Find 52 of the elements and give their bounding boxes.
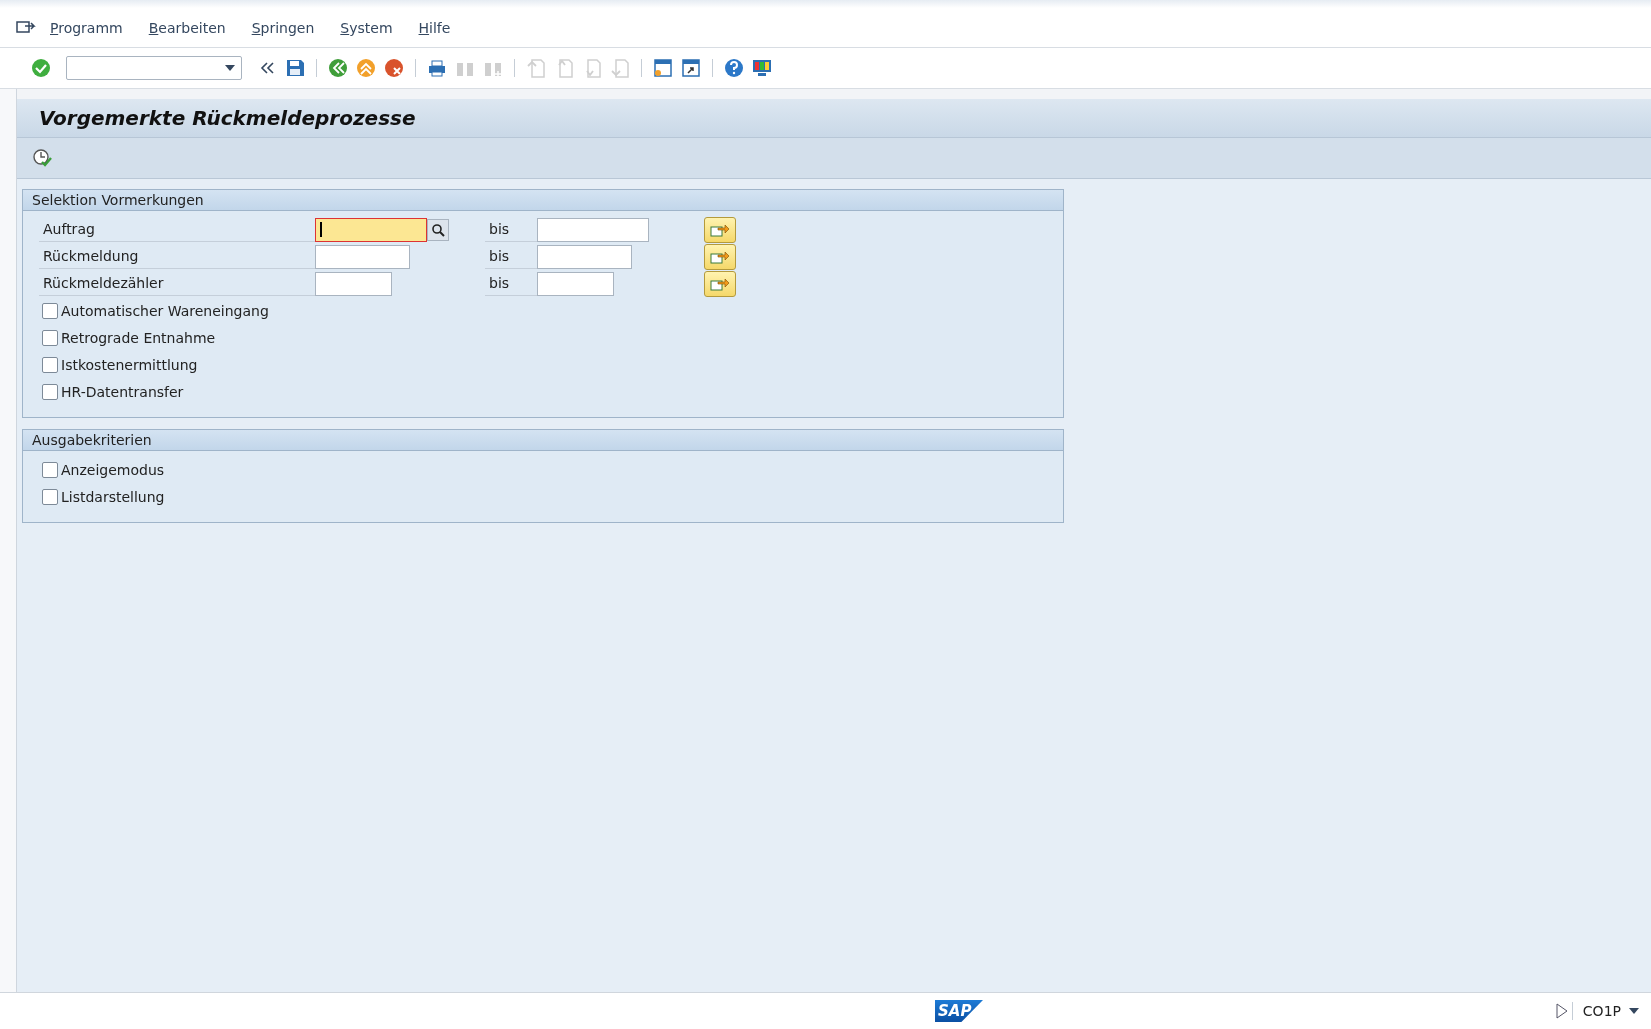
cancel-icon[interactable] [383, 57, 405, 79]
multiple-selection-button[interactable] [704, 243, 736, 270]
checkbox[interactable] [42, 329, 58, 346]
to-field[interactable] [537, 244, 632, 269]
help-icon[interactable] [723, 57, 745, 79]
multiple-selection-button[interactable] [704, 216, 736, 243]
checkbox-label: HR-Datentransfer [61, 383, 184, 400]
checkbox[interactable] [42, 302, 58, 319]
checkmark-icon[interactable] [30, 57, 52, 79]
command-field[interactable] [66, 56, 242, 80]
from-field[interactable] [315, 244, 410, 269]
checkbox[interactable] [42, 488, 58, 505]
menu-item[interactable]: Hilfe [418, 19, 451, 36]
group-title: Selektion Vormerkungen [23, 190, 1063, 211]
back-icon[interactable] [327, 57, 349, 79]
to-field[interactable] [537, 271, 614, 296]
menu-item[interactable]: System [340, 19, 393, 36]
clock-check-icon[interactable] [31, 147, 53, 169]
shortcut-icon[interactable] [680, 57, 702, 79]
print-icon[interactable] [426, 57, 448, 79]
field-label: Rückmeldezähler [39, 271, 315, 296]
magnifier-icon [431, 222, 445, 237]
page-title: Vorgemerkte Rückmeldeprozesse [39, 106, 416, 130]
to-field[interactable] [537, 217, 649, 242]
exit-icon[interactable] [355, 57, 377, 79]
checkbox-label: Istkostenermittlung [61, 356, 198, 373]
system-name: CO1P [1582, 1003, 1621, 1019]
menu-icon[interactable] [16, 19, 36, 36]
sap-logo: SAP [935, 1000, 983, 1022]
checkbox-label: Retrograde Entnahme [61, 329, 216, 346]
field-label: Auftrag [39, 217, 315, 242]
from-field[interactable] [315, 217, 427, 242]
dropdown-icon [225, 65, 235, 71]
checkbox-label: Automatischer Wareneingang [61, 302, 269, 319]
new-window-icon[interactable] [652, 57, 674, 79]
save-icon[interactable] [284, 57, 306, 79]
dropdown-icon[interactable] [1629, 1008, 1639, 1014]
field-label: Rückmeldung [39, 244, 315, 269]
menu-item[interactable]: Bearbeiten [148, 19, 226, 36]
checkbox[interactable] [42, 356, 58, 373]
group-title: Ausgabekriterien [23, 430, 1063, 451]
checkbox[interactable] [42, 383, 58, 400]
multiple-selection-button[interactable] [704, 270, 736, 297]
search-button[interactable] [427, 218, 449, 241]
play-icon[interactable] [1555, 1003, 1568, 1019]
monitor-icon[interactable] [751, 57, 773, 79]
checkbox-label: Listdarstellung [61, 488, 165, 505]
checkbox-label: Anzeigemodus [61, 461, 165, 478]
menu-item[interactable]: Springen [251, 19, 315, 36]
checkbox[interactable] [42, 461, 58, 478]
menu-item[interactable]: Programm [50, 19, 123, 36]
from-field[interactable] [315, 271, 392, 296]
